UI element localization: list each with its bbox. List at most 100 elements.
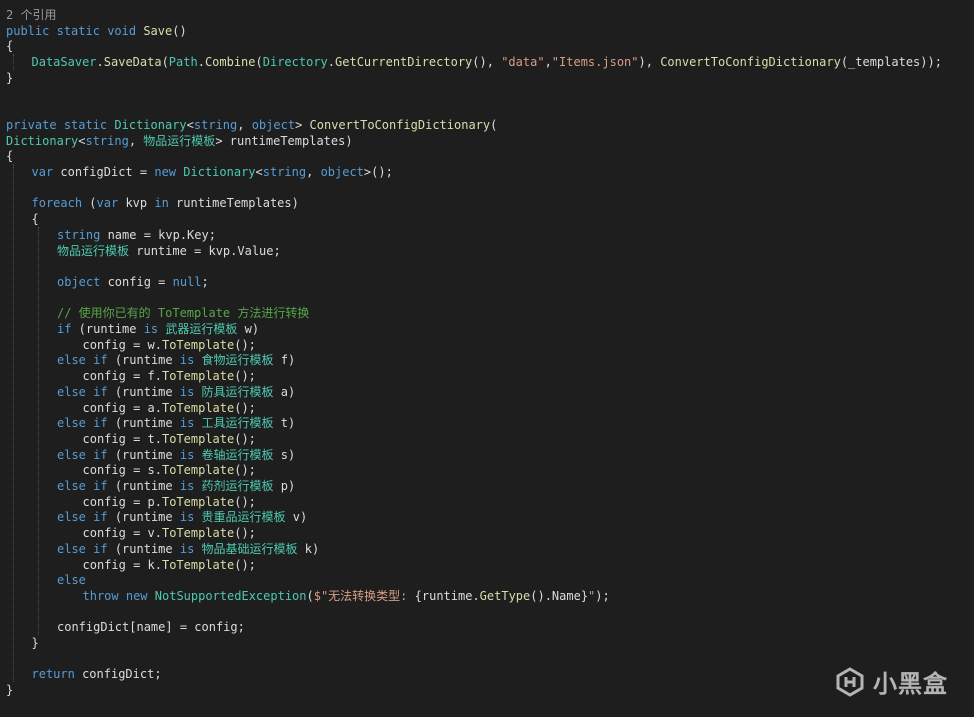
code-line[interactable]: else if (runtime is 物品基础运行模板 k) [57, 541, 319, 557]
code-token: ; [201, 274, 209, 289]
code-token: else [57, 510, 86, 525]
codelens-reference-count[interactable]: 2 个引用 [6, 7, 56, 23]
code-token: Dictionary [6, 133, 79, 148]
code-token: (); [234, 557, 256, 572]
code-token: string [262, 165, 307, 179]
code-line[interactable]: else if (runtime is 贵重品运行模板 v) [57, 509, 307, 525]
code-token: configDict; [74, 667, 162, 682]
code-line[interactable]: configDict[name] = config; [57, 619, 245, 635]
code-line[interactable]: else [57, 572, 86, 588]
code-token: . [327, 55, 336, 70]
code-token: (); [234, 494, 256, 509]
code-line[interactable]: Dictionary<string, 物品运行模板> runtimeTempla… [6, 133, 353, 149]
code-token: ToTemplate [161, 526, 235, 541]
code-token: kvp [118, 196, 155, 211]
code-token: ); [595, 588, 610, 603]
code-token: p) [273, 479, 296, 493]
code-token: (runtime [107, 510, 180, 525]
code-token: is [179, 479, 195, 493]
code-token: 物品运行模板 [57, 243, 130, 258]
code-line[interactable]: } [32, 635, 39, 651]
code-token: . [96, 55, 104, 70]
code-line[interactable]: config = s.ToTemplate(); [83, 462, 256, 478]
code-line[interactable]: DataSaver.SaveData(Path.Combine(Director… [32, 54, 942, 70]
code-line[interactable]: else if (runtime is 食物运行模板 f) [57, 352, 295, 368]
code-token: t) [273, 416, 296, 431]
code-line[interactable]: config = k.ToTemplate(); [83, 557, 256, 573]
code-token: > runtimeTemplates) [215, 133, 353, 148]
code-line[interactable]: else if (runtime is 防具运行模板 a) [57, 384, 295, 400]
code-token: config = a. [82, 400, 162, 415]
code-token: null [172, 274, 202, 289]
code-token: in [154, 196, 169, 211]
code-token: 卷轴运行模板 [201, 447, 274, 462]
code-line[interactable]: config = v.ToTemplate(); [83, 525, 256, 541]
code-line[interactable]: config = t.ToTemplate(); [83, 431, 256, 447]
code-line[interactable]: string name = kvp.Key; [57, 227, 216, 243]
indent-guide [13, 164, 14, 683]
code-token: return [31, 667, 75, 682]
code-line[interactable]: var configDict = new Dictionary<string, … [32, 164, 393, 180]
code-token: >(); [363, 165, 393, 179]
code-token: 物品运行模板 [143, 133, 216, 148]
code-token: a) [273, 384, 296, 399]
code-token: (); [234, 463, 256, 478]
code-token: (); [234, 400, 256, 415]
code-line[interactable]: config = p.ToTemplate(); [83, 494, 256, 510]
code-token: if [93, 384, 108, 399]
code-token: Path [168, 55, 198, 70]
code-line[interactable]: throw new NotSupportedException($"无法转换类型… [83, 588, 610, 604]
code-line[interactable]: foreach (var kvp in runtimeTemplates) [32, 195, 299, 211]
code-token: if [57, 322, 72, 336]
code-line[interactable]: else if (runtime is 工具运行模板 t) [57, 415, 295, 431]
code-token: throw [82, 588, 119, 603]
code-line[interactable]: } [6, 70, 13, 86]
code-token: if [93, 416, 108, 431]
code-editor[interactable]: 2 个引用 public static void Save(){DataSaver… [0, 0, 974, 717]
code-token: (runtime [107, 479, 180, 493]
code-line[interactable]: return configDict; [32, 666, 162, 682]
code-token: if [93, 479, 108, 493]
code-line[interactable]: { [32, 211, 39, 227]
code-token: . [197, 55, 205, 70]
code-token: {runtime. [414, 588, 480, 603]
code-token: is [179, 541, 195, 556]
code-token: if [93, 510, 108, 525]
code-token: { [6, 149, 14, 164]
code-token: (); [234, 526, 256, 541]
code-token: ( [306, 588, 314, 603]
code-token: else [57, 416, 86, 431]
code-token: ToTemplate [161, 400, 235, 415]
code-token: void [107, 23, 137, 38]
code-token: ToTemplate [161, 369, 235, 384]
code-token: else [57, 447, 86, 462]
code-token: ToTemplate [161, 463, 235, 478]
code-line[interactable]: else if (runtime is 卷轴运行模板 s) [57, 447, 295, 463]
code-token: is [179, 510, 195, 525]
code-line[interactable]: { [6, 38, 13, 54]
code-line[interactable]: if (runtime is 武器运行模板 w) [57, 321, 259, 337]
code-line[interactable]: 物品运行模板 runtime = kvp.Value; [57, 243, 281, 259]
code-line[interactable]: private static Dictionary<string, object… [6, 117, 497, 133]
code-line[interactable]: public static void Save() [6, 23, 187, 39]
code-line[interactable]: object config = null; [57, 274, 209, 290]
code-line[interactable]: else if (runtime is 药剂运行模板 p) [57, 478, 295, 494]
code-token: var [96, 196, 119, 211]
code-token: ( [490, 117, 498, 132]
code-line[interactable]: { [6, 148, 13, 164]
code-token: Combine [204, 55, 256, 70]
code-token: config = [100, 274, 173, 289]
code-line[interactable]: config = f.ToTemplate(); [83, 368, 256, 384]
code-token: ToTemplate [161, 557, 235, 572]
code-line[interactable]: config = a.ToTemplate(); [83, 400, 256, 416]
code-token: 工具运行模板 [201, 416, 274, 431]
code-line[interactable]: // 使用你已有的 ToTemplate 方法进行转换 [57, 305, 309, 321]
code-line[interactable]: } [6, 682, 13, 698]
code-token: Save [143, 23, 173, 38]
code-line[interactable]: config = w.ToTemplate(); [83, 337, 256, 353]
